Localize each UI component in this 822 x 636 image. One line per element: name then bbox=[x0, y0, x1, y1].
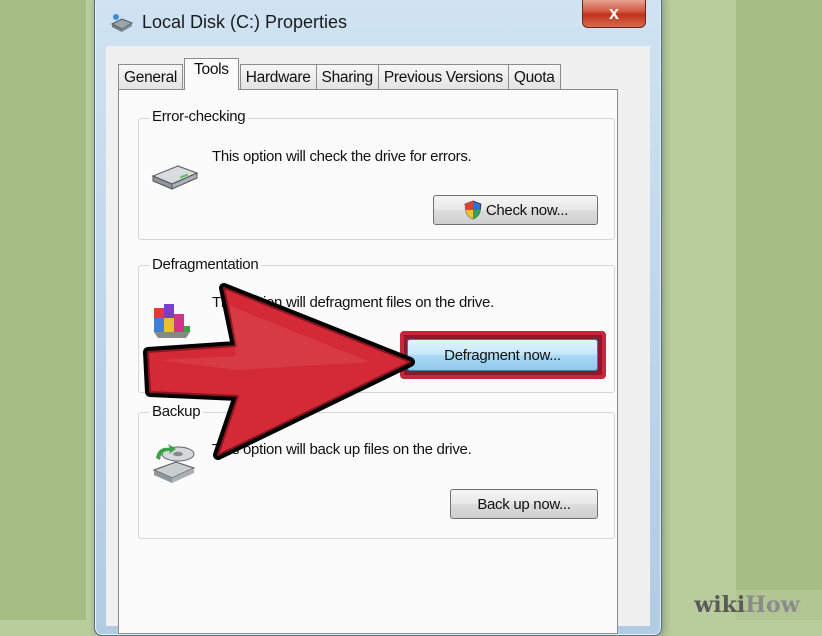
error-checking-title: Error-checking bbox=[149, 108, 249, 125]
tab-tools[interactable]: Tools bbox=[184, 58, 239, 90]
defrag-icon bbox=[154, 304, 190, 338]
error-checking-description: This option will check the drive for err… bbox=[212, 148, 472, 165]
tab-general[interactable]: General bbox=[118, 64, 184, 90]
backup-icon bbox=[152, 444, 196, 483]
check-now-button[interactable]: Check now... bbox=[433, 195, 598, 225]
backup-title: Backup bbox=[149, 403, 204, 420]
back-up-now-button[interactable]: Back up now... bbox=[450, 489, 598, 519]
wikihow-watermark: wiki How bbox=[672, 590, 822, 620]
drive-title-icon bbox=[110, 14, 134, 32]
defragment-now-button[interactable]: Defragment now... bbox=[407, 339, 598, 371]
backup-description: This option will back up files on the dr… bbox=[212, 441, 472, 458]
tab-hardware[interactable]: Hardware bbox=[239, 64, 317, 90]
background-left bbox=[0, 0, 86, 620]
backup-group bbox=[138, 412, 615, 539]
watermark-part-2: How bbox=[745, 592, 800, 618]
window-title: Local Disk (C:) Properties bbox=[142, 12, 348, 32]
check-now-label: Check now... bbox=[485, 201, 569, 219]
defragmentation-title: Defragmentation bbox=[149, 256, 262, 273]
close-button[interactable]: x bbox=[582, 0, 646, 28]
tab-sharing[interactable]: Sharing bbox=[315, 64, 379, 90]
tab-strip: General Tools Hardware Sharing Previous … bbox=[118, 58, 561, 90]
background-right bbox=[736, 0, 822, 620]
tab-previous-versions[interactable]: Previous Versions bbox=[377, 64, 509, 90]
drive-icon bbox=[151, 165, 199, 190]
watermark-part-1: wiki bbox=[694, 592, 746, 618]
tab-quota[interactable]: Quota bbox=[507, 64, 561, 90]
defragmentation-description: This option will defragment files on the… bbox=[212, 294, 494, 311]
shield-icon bbox=[464, 200, 482, 220]
